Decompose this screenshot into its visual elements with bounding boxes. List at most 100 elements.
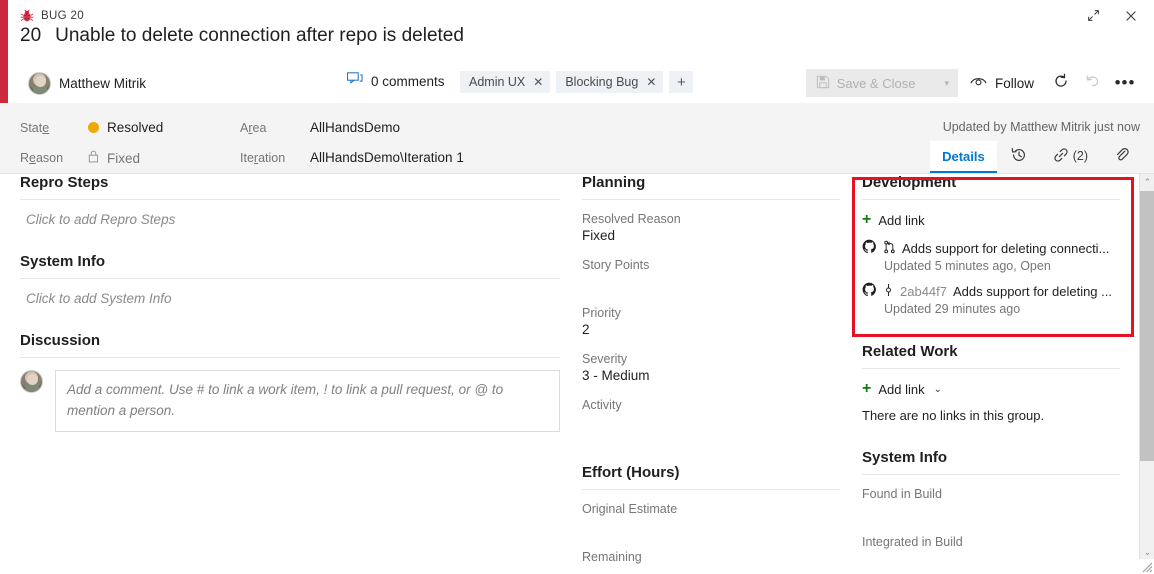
state-color-dot xyxy=(88,122,99,133)
work-item-type-label: BUG 20 xyxy=(41,10,85,22)
assigned-to[interactable]: Matthew Mitrik xyxy=(28,68,146,98)
related-work-empty-note: There are no links in this group. xyxy=(862,408,1045,423)
development-group: Development + Add link Adds support for … xyxy=(862,174,1120,316)
integrated-in-build-value[interactable] xyxy=(862,551,1120,571)
avatar xyxy=(20,370,43,393)
close-icon xyxy=(1124,9,1138,28)
work-item-body: Repro Steps Click to add Repro Steps Sys… xyxy=(0,174,1140,574)
window-controls xyxy=(1078,5,1146,31)
avatar xyxy=(28,71,51,95)
comments-link[interactable]: 0 comments xyxy=(347,71,445,91)
priority-value[interactable]: 2 xyxy=(582,322,840,340)
scrollbar-thumb[interactable] xyxy=(1140,191,1154,461)
development-link-item[interactable]: 2ab44f7 Adds support for deleting ... Up… xyxy=(862,282,1120,316)
chevron-down-icon[interactable]: ⌄ xyxy=(934,384,942,395)
related-work-add-link-label: Add link xyxy=(878,381,925,397)
vertical-scrollbar[interactable]: ⌃ ⌄ xyxy=(1139,174,1154,560)
reason-text: Fixed xyxy=(107,150,141,166)
expand-icon xyxy=(1087,9,1100,27)
system-info-input[interactable]: Click to add System Info xyxy=(26,291,560,306)
iteration-field-label: Iteration xyxy=(240,151,286,165)
tag-chip[interactable]: Blocking Bug ✕ xyxy=(556,71,664,93)
tag-label: Blocking Bug xyxy=(565,75,639,89)
bug-icon xyxy=(20,9,34,23)
priority-label: Priority xyxy=(582,306,621,320)
development-link-head[interactable]: Adds support for deleting connecti... xyxy=(862,239,1120,257)
undo-button[interactable] xyxy=(1078,69,1108,97)
expand-button[interactable] xyxy=(1078,5,1108,31)
activity-value[interactable] xyxy=(582,414,840,434)
scroll-down-button[interactable]: ⌄ xyxy=(1140,544,1154,560)
lock-icon xyxy=(88,150,99,166)
plus-icon: + xyxy=(862,211,872,228)
scroll-up-button[interactable]: ⌃ xyxy=(1140,174,1154,190)
detail-tabs: Details (2) xyxy=(930,141,1144,173)
related-work-add-link-button[interactable]: + Add link ⌄ xyxy=(862,381,1120,397)
development-link-head[interactable]: 2ab44f7 Adds support for deleting ... xyxy=(862,282,1120,300)
history-icon xyxy=(1011,147,1027,166)
remaining-label: Remaining xyxy=(582,550,642,564)
development-link-item[interactable]: Adds support for deleting connecti... Up… xyxy=(862,239,1120,273)
add-tag-button[interactable]: + xyxy=(669,71,694,93)
tag-remove-icon[interactable]: ✕ xyxy=(646,76,656,88)
resize-grip[interactable] xyxy=(1139,559,1154,574)
divider xyxy=(20,278,560,279)
planning-group: Planning Resolved Reason Fixed Story Poi… xyxy=(582,174,840,434)
development-link-title: Adds support for deleting ... xyxy=(953,283,1112,299)
discussion-group: Discussion Add a comment. Use # to link … xyxy=(20,332,560,432)
right-system-info-title: System Info xyxy=(862,449,948,466)
tab-details[interactable]: Details xyxy=(930,141,997,173)
divider xyxy=(20,357,560,358)
reason-field-value: Fixed xyxy=(88,150,140,166)
severity-value[interactable]: 3 - Medium xyxy=(582,368,840,386)
state-field-value[interactable]: Resolved xyxy=(88,120,163,135)
last-updated-note: Updated by Matthew Mitrik just now xyxy=(942,120,1140,134)
tab-attachments[interactable] xyxy=(1100,141,1144,173)
original-estimate-label: Original Estimate xyxy=(582,502,678,516)
resolved-reason-value[interactable]: Fixed xyxy=(582,228,840,246)
more-actions-button[interactable]: ••• xyxy=(1110,69,1140,97)
tag-chip[interactable]: Admin UX ✕ xyxy=(460,71,551,93)
story-points-value[interactable] xyxy=(582,274,840,294)
left-column: Repro Steps Click to add Repro Steps Sys… xyxy=(20,174,560,432)
right-column: Development + Add link Adds support for … xyxy=(862,174,1120,574)
follow-button[interactable]: Follow xyxy=(960,69,1044,97)
development-link-subtitle: Updated 5 minutes ago, Open xyxy=(884,259,1051,273)
area-field-value[interactable]: AllHandsDemo xyxy=(310,120,400,135)
commit-icon xyxy=(883,283,894,300)
work-item-title[interactable]: Unable to delete connection after repo i… xyxy=(55,25,464,47)
chevron-down-icon[interactable]: ▾ xyxy=(944,78,949,89)
comment-input[interactable]: Add a comment. Use # to link a work item… xyxy=(55,370,560,432)
remaining-value[interactable] xyxy=(582,566,840,574)
github-icon xyxy=(862,282,877,300)
integrated-in-build-label: Integrated in Build xyxy=(862,535,963,549)
tag-remove-icon[interactable]: ✕ xyxy=(533,76,543,88)
repro-steps-input[interactable]: Click to add Repro Steps xyxy=(26,212,560,227)
tab-history[interactable] xyxy=(997,141,1041,173)
divider xyxy=(582,489,840,490)
refresh-button[interactable] xyxy=(1046,69,1076,97)
close-button[interactable] xyxy=(1116,5,1146,31)
github-icon xyxy=(862,239,877,257)
related-work-title: Related Work xyxy=(862,343,958,360)
work-item-meta-row: Matthew Mitrik 0 comments Admin UX ✕ Blo… xyxy=(20,68,1144,100)
attachment-icon xyxy=(1114,147,1130,166)
found-in-build-value[interactable] xyxy=(862,503,1120,523)
right-system-info-group: System Info Found in Build Integrated in… xyxy=(862,449,1120,571)
original-estimate-value[interactable] xyxy=(582,518,840,538)
save-and-close-button[interactable]: Save & Close ▾ xyxy=(805,69,958,97)
tab-links[interactable]: (2) xyxy=(1041,141,1100,173)
comment-placeholder: Add a comment. Use # to link a work item… xyxy=(67,382,504,418)
iteration-field-value[interactable]: AllHandsDemo\Iteration 1 xyxy=(310,150,464,165)
work-item-dialog: BUG 20 20 Unable to delete connection af… xyxy=(0,0,1154,574)
work-item-type-row: BUG 20 xyxy=(20,6,84,26)
divider xyxy=(862,368,1120,369)
development-add-link-button[interactable]: + Add link xyxy=(862,212,1120,228)
work-item-header: BUG 20 20 Unable to delete connection af… xyxy=(8,0,1154,103)
save-icon xyxy=(816,75,830,92)
repro-steps-title: Repro Steps xyxy=(20,174,109,191)
